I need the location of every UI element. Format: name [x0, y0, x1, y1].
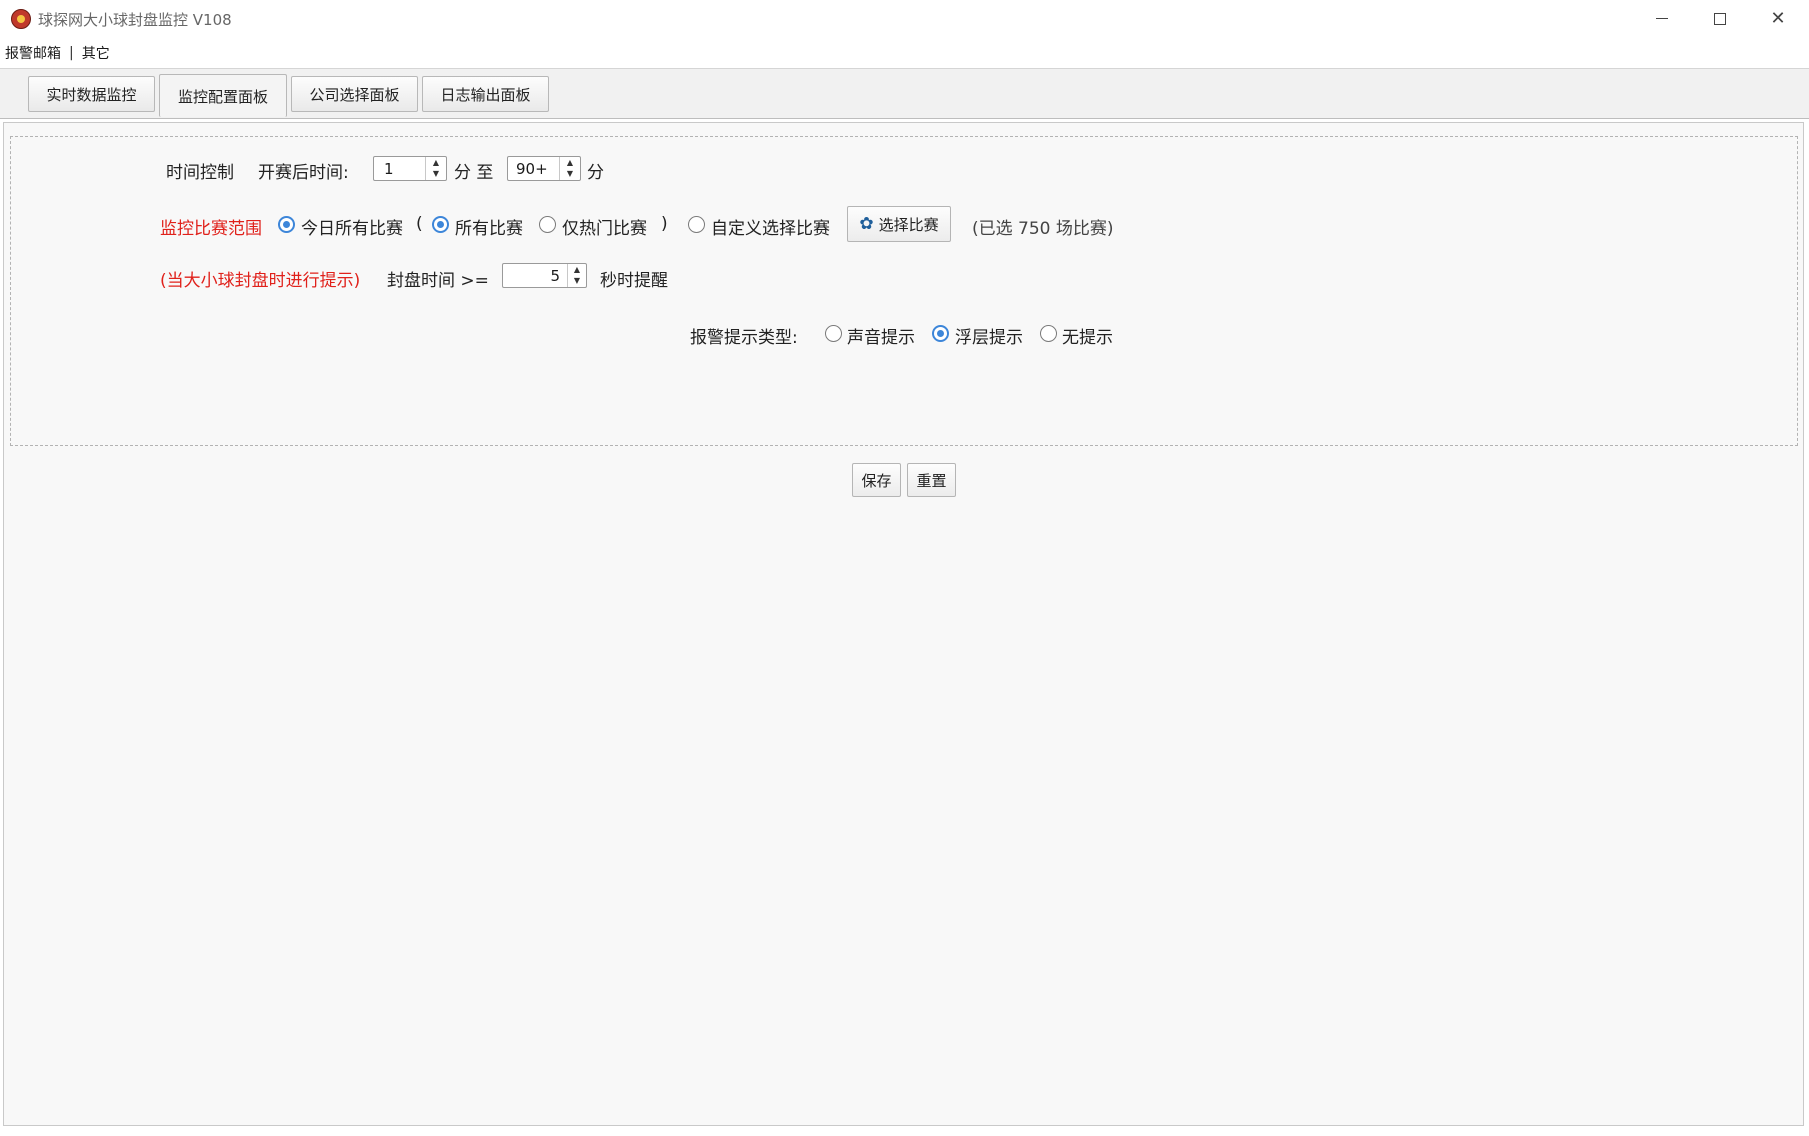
alert-sound-label[interactable]: 声音提示 — [847, 323, 915, 348]
tab-realtime-monitor[interactable]: 实时数据监控 — [28, 76, 155, 112]
minute-label: 分 — [587, 163, 604, 183]
end-minute-value: 90+ — [516, 160, 548, 178]
hot-only-label[interactable]: 仅热门比赛 — [562, 214, 647, 239]
end-minute-spinner[interactable]: 90+ ▲ ▼ — [507, 156, 581, 181]
close-icon: ✕ — [1770, 7, 1786, 29]
save-button[interactable]: 保存 — [852, 463, 901, 497]
today-all-label[interactable]: 今日所有比赛 — [301, 214, 403, 239]
time-control-label: 时间控制 — [166, 163, 234, 183]
minute-to-label: 分 至 — [454, 163, 494, 183]
window-title: 球探网大小球封盘监控 V108 — [38, 11, 232, 29]
seal-suffix-label: 秒时提醒 — [600, 271, 668, 291]
seal-seconds-value: 5 — [550, 267, 560, 285]
selected-count-note: (已选 750 场比赛) — [972, 219, 1114, 239]
maximize-button[interactable] — [1691, 0, 1749, 37]
tab-company-select[interactable]: 公司选择面板 — [291, 76, 418, 112]
reset-button[interactable]: 重置 — [907, 463, 956, 497]
spinner-arrows-icon[interactable]: ▲ ▼ — [425, 157, 446, 180]
radio-custom-select[interactable] — [688, 216, 705, 233]
radio-alert-sound[interactable] — [825, 325, 842, 342]
spinner-arrows-icon[interactable]: ▲ ▼ — [559, 157, 580, 180]
seal-hint: (当大小球封盘时进行提示) — [160, 271, 361, 291]
minimize-button[interactable] — [1633, 0, 1691, 37]
seal-time-label: 封盘时间 >= — [387, 271, 489, 291]
paren-open: ( — [416, 214, 423, 234]
tab-log-output[interactable]: 日志输出面板 — [422, 76, 549, 112]
select-matches-button[interactable]: ✿ 选择比赛 — [847, 206, 951, 242]
alert-type-label: 报警提示类型: — [690, 328, 798, 348]
radio-alert-overlay[interactable] — [932, 325, 949, 342]
menu-item-alert-email[interactable]: 报警邮箱 — [0, 43, 61, 63]
alert-none-label[interactable]: 无提示 — [1062, 323, 1113, 348]
start-minute-value: 1 — [384, 160, 394, 178]
after-start-time-label: 开赛后时间: — [258, 163, 349, 183]
maximize-icon — [1714, 12, 1726, 25]
seal-seconds-spinner[interactable]: 5 ▲ ▼ — [502, 263, 587, 288]
minimize-icon — [1656, 18, 1668, 19]
tab-strip: 实时数据监控 监控配置面板 公司选择面板 日志输出面板 — [0, 69, 1809, 119]
menu-bar: 报警邮箱 | 其它 — [0, 37, 1809, 69]
tab-monitor-config[interactable]: 监控配置面板 — [159, 74, 287, 117]
scope-label: 监控比赛范围 — [160, 219, 262, 239]
select-matches-label: 选择比赛 — [878, 215, 939, 234]
title-bar: 球探网大小球封盘监控 V108 ✕ — [0, 0, 1809, 37]
alert-overlay-label[interactable]: 浮层提示 — [955, 323, 1023, 348]
custom-select-label[interactable]: 自定义选择比赛 — [711, 214, 830, 239]
app-logo-icon — [11, 9, 31, 29]
paren-close: ) — [661, 214, 668, 234]
start-minute-spinner[interactable]: 1 ▲ ▼ — [373, 156, 447, 181]
menu-item-other[interactable]: 其它 — [82, 43, 110, 63]
close-button[interactable]: ✕ — [1749, 0, 1807, 37]
radio-today-all[interactable] — [278, 216, 295, 233]
radio-all-matches[interactable] — [432, 216, 449, 233]
spinner-arrows-icon[interactable]: ▲ ▼ — [567, 264, 586, 287]
menu-separator: | — [69, 44, 74, 61]
gear-icon: ✿ — [859, 214, 874, 234]
radio-hot-only[interactable] — [539, 216, 556, 233]
all-matches-label[interactable]: 所有比赛 — [455, 214, 523, 239]
radio-alert-none[interactable] — [1040, 325, 1057, 342]
